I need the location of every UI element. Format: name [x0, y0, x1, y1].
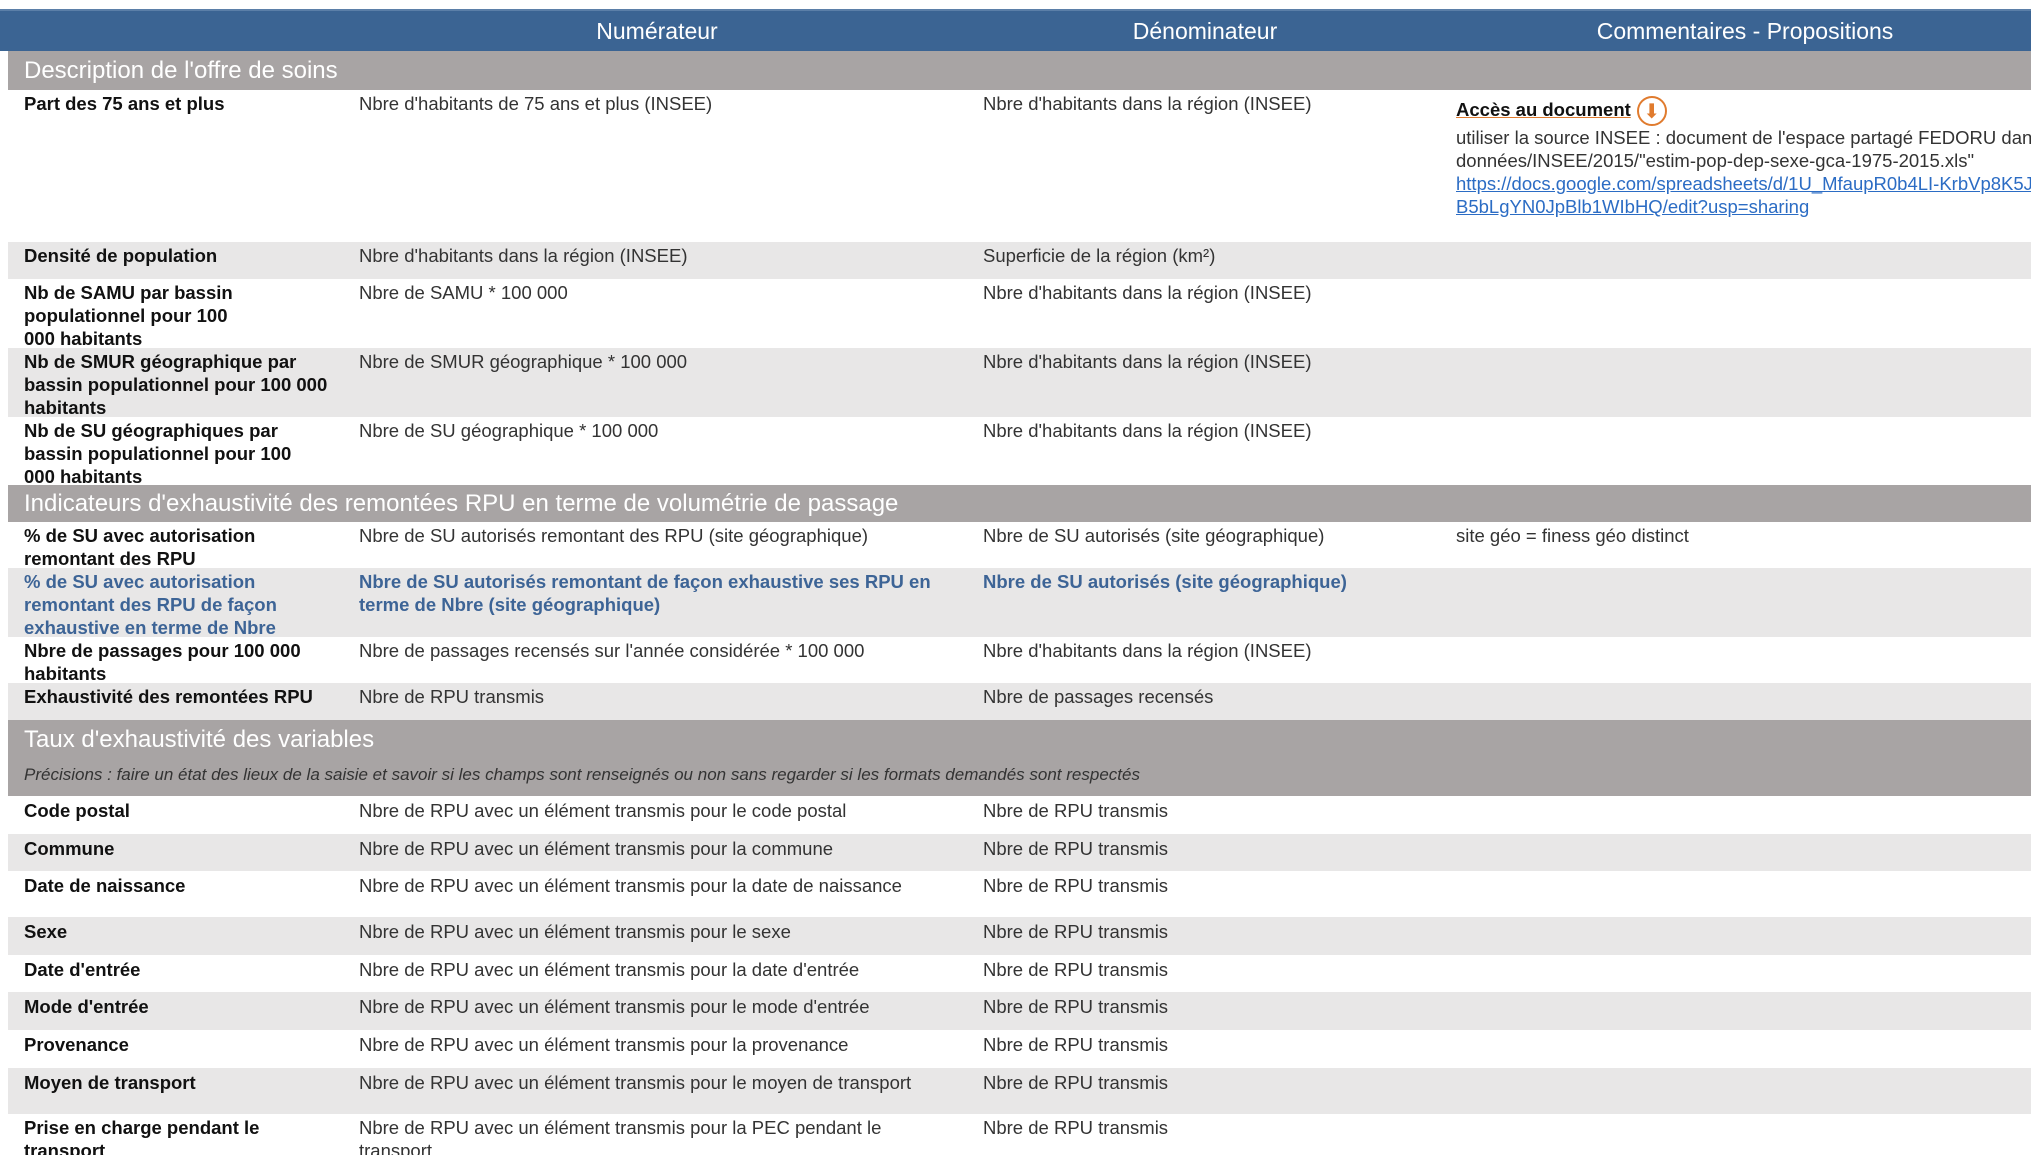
denominator-cell: Nbre d'habitants dans la région (INSEE)	[983, 282, 1312, 303]
table-row: Exhaustivité des remontées RPU Nbre de R…	[8, 683, 2031, 720]
denominator-cell: Nbre d'habitants dans la région (INSEE)	[983, 93, 1312, 114]
indicator-name: Date de naissance	[24, 875, 186, 896]
denominator-cell: Nbre de SU autorisés (site géographique)	[983, 571, 1347, 592]
numerator-cell: Nbre de RPU transmis	[359, 686, 545, 707]
denominator-cell: Superficie de la région (km²)	[983, 245, 1216, 266]
denominator-cell: Nbre de RPU transmis	[983, 838, 1169, 859]
table-row: Nbre de passages pour 100 000 habitants …	[8, 637, 2031, 684]
denominator-cell: Nbre de RPU transmis	[983, 1034, 1169, 1055]
table-row: Date d'entrée Nbre de RPU avec un élémen…	[8, 955, 2031, 992]
denominator-cell: Nbre de RPU transmis	[983, 1117, 1169, 1138]
indicator-name: Code postal	[24, 800, 130, 821]
denominator-cell: Nbre de RPU transmis	[983, 800, 1169, 821]
indicator-name: Date d'entrée	[24, 959, 141, 980]
denominator-cell: Nbre d'habitants dans la région (INSEE)	[983, 640, 1312, 661]
section-header-taux-exhaustivite: Taux d'exhaustivité des variables Précis…	[8, 720, 2031, 796]
section-title: Indicateurs d'exhaustivité des remontées…	[24, 490, 899, 517]
numerator-cell: Nbre de RPU avec un élément transmis pou…	[359, 996, 870, 1017]
table-row: Prise en charge pendant le transport Nbr…	[8, 1114, 2031, 1155]
indicator-name: Provenance	[24, 1034, 129, 1055]
indicator-name: Exhaustivité des remontées RPU	[24, 686, 313, 707]
indicator-name: % de SU avec autorisation remontant des …	[24, 571, 277, 638]
comment-cell: site géo = finess géo distinct	[1456, 525, 1689, 546]
numerator-cell: Nbre d'habitants de 75 ans et plus (INSE…	[359, 93, 713, 114]
denominator-cell: Nbre d'habitants dans la région (INSEE)	[983, 420, 1312, 441]
indicator-name: Part des 75 ans et plus	[24, 93, 225, 114]
numerator-cell: Nbre de RPU avec un élément transmis pou…	[359, 1034, 849, 1055]
numerator-cell: Nbre de RPU avec un élément transmis pou…	[359, 838, 834, 859]
denominator-cell: Nbre de RPU transmis	[983, 875, 1169, 896]
numerator-cell: Nbre de passages recensés sur l'année co…	[359, 640, 865, 661]
numerator-cell: Nbre de SU géographique * 100 000	[359, 420, 659, 441]
table-row: Date de naissance Nbre de RPU avec un él…	[8, 871, 2031, 917]
header-commentaires: Commentaires - Propositions	[1596, 18, 1894, 44]
numerator-cell: Nbre de SMUR géographique * 100 000	[359, 351, 688, 372]
table-row: % de SU avec autorisation remontant des …	[8, 522, 2031, 569]
denominator-cell: Nbre de passages recensés	[983, 686, 1214, 707]
table-row-highlighted: % de SU avec autorisation remontant des …	[8, 568, 2031, 638]
numerator-cell: Nbre de RPU avec un élément transmis pou…	[359, 959, 860, 980]
download-circle-icon[interactable]: ⬇	[1636, 96, 1667, 126]
indicator-name: Nbre de passages pour 100 000 habitants	[24, 640, 301, 684]
header-numerateur: Numérateur	[596, 18, 718, 44]
table-row: Code postal Nbre de RPU avec un élément …	[8, 796, 2031, 834]
table-row: Part des 75 ans et plus Nbre d'habitants…	[8, 90, 2031, 242]
table-row: Densité de population Nbre d'habitants d…	[8, 242, 2031, 279]
table-row: Sexe Nbre de RPU avec un élément transmi…	[8, 917, 2031, 955]
top-border	[0, 0, 2031, 9]
table-row: Moyen de transport Nbre de RPU avec un é…	[8, 1068, 2031, 1114]
indicator-name: % de SU avec autorisation remontant des …	[24, 525, 256, 569]
indicator-name: Prise en charge pendant le transport	[24, 1117, 260, 1155]
denominator-cell: Nbre de RPU transmis	[983, 959, 1169, 980]
denominator-cell: Nbre d'habitants dans la région (INSEE)	[983, 351, 1312, 372]
table-row: Commune Nbre de RPU avec un élément tran…	[8, 834, 2031, 871]
google-docs-link[interactable]: https://docs.google.com/spreadsheets/d/1…	[1456, 172, 2031, 218]
denominator-cell: Nbre de RPU transmis	[983, 996, 1169, 1017]
numerator-cell: Nbre d'habitants dans la région (INSEE)	[359, 245, 688, 266]
indicator-name: Densité de population	[24, 245, 218, 266]
header-denominateur: Dénominateur	[1132, 18, 1278, 44]
denominator-cell: Nbre de RPU transmis	[983, 921, 1169, 942]
table-row: Nb de SU géographiques par bassin popula…	[8, 417, 2031, 487]
numerator-cell: Nbre de RPU avec un élément transmis pou…	[359, 875, 902, 896]
numerator-cell: Nbre de RPU avec un élément transmis pou…	[359, 800, 847, 821]
denominator-cell: Nbre de RPU transmis	[983, 1072, 1169, 1093]
document-access-link[interactable]: Accès au document	[1456, 98, 1631, 121]
numerator-cell: Nbre de SAMU * 100 000	[359, 282, 568, 303]
section-title: Description de l'offre de soins	[24, 57, 338, 84]
indicator-name: Sexe	[24, 921, 68, 942]
section-header-exhaustivite-remontees: Indicateurs d'exhaustivité des remontées…	[8, 485, 2031, 522]
numerator-cell: Nbre de RPU avec un élément transmis pou…	[359, 1117, 882, 1155]
numerator-cell: Nbre de SU autorisés remontant de façon …	[359, 571, 931, 615]
comment-cell: Accès au document ⬇ utiliser la source IN…	[1456, 96, 2031, 218]
numerator-cell: Nbre de SU autorisés remontant des RPU (…	[359, 525, 869, 546]
section-header-offre-soins: Description de l'offre de soins	[8, 51, 2031, 90]
indicator-name: Nb de SMUR géographique par bassin popul…	[24, 351, 328, 418]
indicator-name: Moyen de transport	[24, 1072, 196, 1093]
table-row: Provenance Nbre de RPU avec un élément t…	[8, 1030, 2031, 1068]
comment-text: utiliser la source INSEE : document de l…	[1456, 127, 2031, 171]
numerator-cell: Nbre de RPU avec un élément transmis pou…	[359, 921, 791, 942]
indicator-name: Nb de SAMU par bassin populationnel pour…	[24, 282, 233, 349]
indicator-name: Nb de SU géographiques par bassin popula…	[24, 420, 292, 487]
section-note: Précisions : faire un état des lieux de …	[24, 765, 1140, 784]
section-title: Taux d'exhaustivité des variables	[24, 726, 375, 753]
table-row: Mode d'entrée Nbre de RPU avec un élémen…	[8, 992, 2031, 1030]
table-row: Nb de SAMU par bassin populationnel pour…	[8, 279, 2031, 349]
table-row: Nb de SMUR géographique par bassin popul…	[8, 348, 2031, 418]
numerator-cell: Nbre de RPU avec un élément transmis pou…	[359, 1072, 912, 1093]
column-header-bar: Numérateur Dénominateur Commentaires - P…	[0, 9, 2031, 51]
indicator-name: Commune	[24, 838, 115, 859]
denominator-cell: Nbre de SU autorisés (site géographique)	[983, 525, 1325, 546]
indicator-name: Mode d'entrée	[24, 996, 149, 1017]
